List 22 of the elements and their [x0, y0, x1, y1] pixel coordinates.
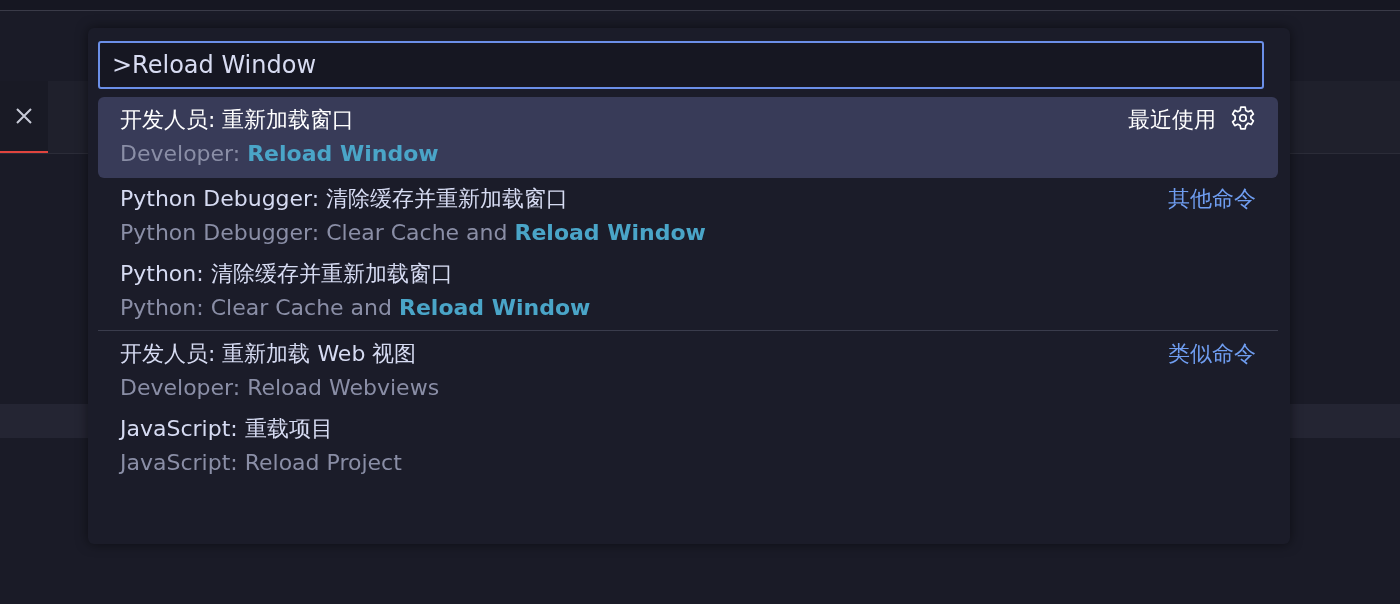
command-detail: JavaScript: Reload Project: [120, 450, 402, 475]
command-input[interactable]: >Reload Window: [98, 41, 1264, 89]
group-label: 最近使用: [1128, 106, 1216, 134]
command-label: Python: 清除缓存并重新加载窗口: [120, 260, 454, 288]
command-detail: Developer: Reload Webviews: [120, 375, 440, 400]
command-label: 开发人员: 重新加载 Web 视图: [120, 340, 418, 368]
command-item[interactable]: 开发人员: 重新加载 Web 视图 Developer: Reload Webviews 类似命令: [98, 330, 1278, 408]
group-label: 其他命令: [1168, 185, 1256, 213]
command-label: JavaScript: 重载项目: [120, 415, 334, 443]
command-detail: Python: Clear Cache and Reload Window: [120, 295, 591, 320]
command-item[interactable]: 开发人员: 重新加载窗口 Developer: Reload Window 最近使用: [98, 97, 1278, 178]
editor-tab[interactable]: [0, 81, 48, 153]
settings-icon[interactable]: [1230, 105, 1256, 131]
command-label: Python Debugger: 清除缓存并重新加载窗口: [120, 185, 570, 213]
command-item[interactable]: Python: 清除缓存并重新加载窗口 Python: Clear Cache and Reload Window: [98, 253, 1278, 328]
command-detail: Developer: Reload Window: [120, 141, 439, 166]
close-icon[interactable]: [15, 107, 33, 125]
command-label: 开发人员: 重新加载窗口: [120, 106, 356, 134]
group-label: 类似命令: [1168, 340, 1256, 368]
command-detail: Python Debugger: Clear Cache and Reload Window: [120, 220, 706, 245]
command-item[interactable]: JavaScript: 重载项目 JavaScript: Reload Project: [98, 408, 1278, 483]
command-item[interactable]: Python Debugger: 清除缓存并重新加载窗口 Python Debugger: Clear Cache and Reload Window 其他命令: [98, 178, 1278, 253]
